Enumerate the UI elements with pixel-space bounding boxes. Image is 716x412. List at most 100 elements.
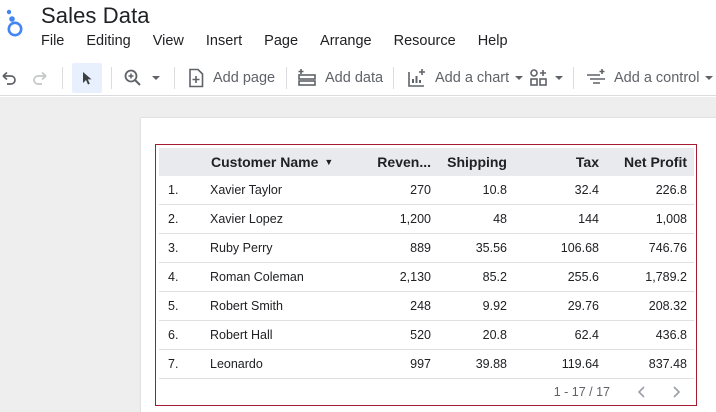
community-components-icon: [529, 68, 549, 88]
table-row[interactable]: 7. Leonardo 997 39.88 119.64 837.48: [159, 350, 694, 379]
toolbar-divider: [111, 67, 112, 89]
menu-editing[interactable]: Editing: [75, 30, 141, 52]
add-page-icon: [187, 68, 205, 88]
chevron-down-icon: [514, 75, 524, 81]
table-pagination: 1 - 17 / 17: [554, 381, 684, 403]
table-row[interactable]: 6. Robert Hall 520 20.8 62.4 436.8: [159, 321, 694, 350]
menu-file[interactable]: File: [30, 30, 75, 52]
revenue-cell: 2,130: [399, 270, 431, 284]
next-page-icon[interactable]: [668, 384, 684, 400]
row-index: 4.: [168, 270, 179, 284]
column-header-shipping[interactable]: Shipping: [439, 148, 507, 176]
add-data-label: Add data: [325, 70, 384, 86]
customer-name-cell: Roman Coleman: [210, 270, 304, 284]
net-profit-cell: 208.32: [648, 299, 687, 313]
net-profit-cell: 837.48: [648, 357, 687, 371]
table-header: Customer Name ▼ Reven... Shipping Tax Net…: [159, 148, 694, 176]
shipping-cell: 9.92: [482, 299, 507, 313]
customer-name-cell: Robert Smith: [210, 299, 283, 313]
column-header-label: Customer Name: [211, 154, 319, 170]
toolbar: Add page Add data Add a chart Add a cont…: [0, 60, 716, 96]
add-chart-button[interactable]: Add a chart: [407, 63, 524, 93]
table-row[interactable]: 2. Xavier Lopez 1,200 48 144 1,008: [159, 205, 694, 234]
net-profit-cell: 436.8: [655, 328, 687, 342]
shipping-cell: 39.88: [475, 357, 507, 371]
select-tool-button[interactable]: [72, 63, 102, 93]
tax-cell: 62.4: [574, 328, 599, 342]
table-row[interactable]: 3. Ruby Perry 889 35.56 106.68 746.76: [159, 234, 694, 263]
net-profit-cell: 226.8: [655, 183, 687, 197]
table-row[interactable]: 5. Robert Smith 248 9.92 29.76 208.32: [159, 292, 694, 321]
undo-button[interactable]: [0, 63, 18, 93]
table-row[interactable]: 1. Xavier Taylor 270 10.8 32.4 226.8: [159, 176, 694, 205]
previous-page-icon[interactable]: [634, 384, 650, 400]
tax-cell: 119.64: [561, 357, 599, 371]
tax-cell: 29.76: [567, 299, 599, 313]
menu-view[interactable]: View: [142, 30, 195, 52]
add-chart-label: Add a chart: [435, 70, 510, 86]
toolbar-divider: [174, 67, 175, 89]
column-header-net-profit[interactable]: Net Profit: [604, 148, 687, 176]
sort-descending-icon: ▼: [324, 157, 334, 168]
shipping-cell: 20.8: [482, 328, 507, 342]
revenue-cell: 520: [410, 328, 431, 342]
title-bar: Sales Data File Editing View Insert Page…: [0, 0, 716, 60]
shipping-cell: 48: [493, 212, 507, 226]
revenue-cell: 997: [410, 357, 431, 371]
add-control-icon: [586, 68, 606, 88]
chevron-down-icon: [151, 75, 161, 81]
column-header-customer-name[interactable]: Customer Name ▼: [211, 148, 333, 176]
tax-cell: 144: [578, 212, 599, 226]
redo-button[interactable]: [31, 63, 49, 93]
customer-name-cell: Xavier Taylor: [210, 183, 283, 197]
row-index: 6.: [168, 328, 179, 342]
data-table[interactable]: Customer Name ▼ Reven... Shipping Tax Net…: [155, 144, 697, 406]
column-header-revenue[interactable]: Reven...: [359, 148, 431, 176]
looker-studio-logo-icon[interactable]: [4, 8, 26, 38]
menu-help[interactable]: Help: [467, 30, 519, 52]
add-page-button[interactable]: Add page: [187, 63, 275, 93]
chevron-down-icon: [554, 75, 564, 81]
column-header-tax[interactable]: Tax: [519, 148, 599, 176]
pointer-icon: [80, 70, 94, 86]
menu-page[interactable]: Page: [253, 30, 309, 52]
chevron-down-icon: [704, 75, 714, 81]
customer-name-cell: Robert Hall: [210, 328, 273, 342]
customer-name-cell: Ruby Perry: [210, 241, 273, 255]
add-chart-icon: [407, 68, 427, 88]
shipping-cell: 35.56: [475, 241, 507, 255]
shipping-cell: 85.2: [482, 270, 507, 284]
add-control-button[interactable]: Add a control: [586, 63, 714, 93]
tax-cell: 255.6: [567, 270, 599, 284]
net-profit-cell: 1,789.2: [645, 270, 687, 284]
pagination-range: 1 - 17 / 17: [553, 385, 610, 399]
net-profit-cell: 1,008: [655, 212, 687, 226]
tax-cell: 32.4: [574, 183, 599, 197]
add-data-button[interactable]: Add data: [297, 63, 383, 93]
toolbar-divider: [393, 67, 394, 89]
menu-insert[interactable]: Insert: [195, 30, 253, 52]
report-title[interactable]: Sales Data: [41, 3, 150, 29]
undo-icon: [0, 69, 18, 87]
add-control-label: Add a control: [614, 70, 700, 86]
table-row[interactable]: 4. Roman Coleman 2,130 85.2 255.6 1,789.…: [159, 263, 694, 292]
revenue-cell: 270: [410, 183, 431, 197]
shipping-cell: 10.8: [482, 183, 507, 197]
redo-icon: [31, 69, 49, 87]
toolbar-divider: [573, 67, 574, 89]
revenue-cell: 889: [410, 241, 431, 255]
menu-arrange[interactable]: Arrange: [309, 30, 383, 52]
tax-cell: 106.68: [560, 241, 599, 255]
add-community-component-button[interactable]: [529, 63, 564, 93]
row-index: 3.: [168, 241, 179, 255]
revenue-cell: 1,200: [399, 212, 431, 226]
toolbar-divider: [62, 67, 63, 89]
net-profit-cell: 746.76: [648, 241, 687, 255]
zoom-button[interactable]: [123, 63, 161, 93]
toolbar-divider: [286, 67, 287, 89]
menu-bar: File Editing View Insert Page Arrange Re…: [30, 30, 519, 52]
menu-resource[interactable]: Resource: [383, 30, 467, 52]
row-index: 2.: [168, 212, 179, 226]
row-index: 1.: [168, 183, 179, 197]
customer-name-cell: Leonardo: [210, 357, 263, 371]
